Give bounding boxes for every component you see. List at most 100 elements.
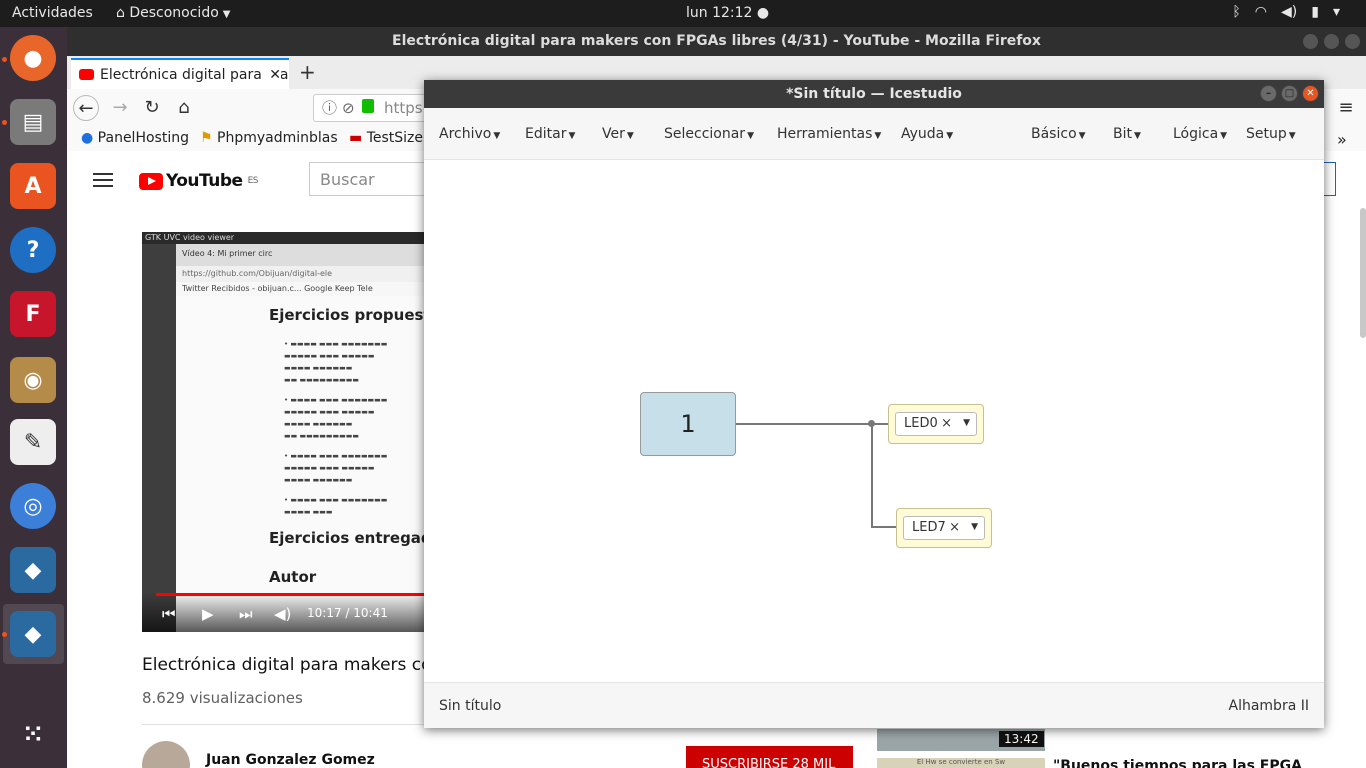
menu-label: Ver bbox=[602, 126, 625, 142]
video-heading: Ejercicios entregado bbox=[269, 529, 442, 547]
archive-icon[interactable]: ◉ bbox=[10, 357, 56, 403]
freecad-icon[interactable]: F bbox=[10, 291, 56, 337]
menu-archivo[interactable]: Archivo ▼ bbox=[439, 126, 500, 142]
youtube-logo[interactable]: YouTube ES bbox=[139, 171, 258, 191]
video-controls bbox=[142, 592, 442, 632]
menu-ver[interactable]: Ver ▼ bbox=[602, 126, 634, 142]
close-button[interactable]: ✕ bbox=[1302, 85, 1319, 102]
previous-icon[interactable]: ⏮ bbox=[162, 605, 176, 623]
home-button[interactable]: ⌂ bbox=[171, 95, 197, 121]
firefox-titlebar[interactable]: Electrónica digital para makers con FPGA… bbox=[67, 27, 1366, 56]
menu-bit[interactable]: Bit ▼ bbox=[1113, 126, 1141, 142]
network-icon: ⌂ bbox=[116, 5, 130, 21]
logo-text: YouTube bbox=[166, 171, 243, 191]
clear-icon[interactable]: × bbox=[949, 520, 960, 535]
system-tray[interactable]: ᛒ ◠ ◀) ▮ ▾ bbox=[1232, 4, 1340, 20]
menu-ayuda[interactable]: Ayuda ▼ bbox=[901, 126, 953, 142]
chevron-down-icon: ▼ bbox=[1133, 131, 1141, 141]
bookmark-label: PanelHosting bbox=[97, 130, 189, 146]
forward-button[interactable]: → bbox=[107, 95, 133, 121]
search-input[interactable]: Buscar bbox=[309, 162, 429, 196]
back-button[interactable]: ← bbox=[73, 95, 99, 121]
menu-label: Archivo bbox=[439, 126, 492, 142]
maximize-button[interactable]: □ bbox=[1281, 85, 1298, 102]
bookmark-testsize[interactable]: ▬ TestSize bbox=[349, 130, 423, 146]
icestudio-icon[interactable]: ◆ bbox=[10, 611, 56, 657]
battery-icon[interactable]: ▮ bbox=[1311, 4, 1319, 20]
minimize-button[interactable]: – bbox=[1260, 85, 1277, 102]
window-title: Electrónica digital para makers con FPGA… bbox=[392, 33, 1041, 49]
subscribe-button[interactable]: SUSCRIBIRSE 28 MIL bbox=[686, 746, 853, 768]
hamburger-menu-icon[interactable] bbox=[93, 173, 113, 187]
reload-button[interactable]: ↻ bbox=[139, 95, 165, 121]
show-apps-icon[interactable]: ⁙ bbox=[10, 711, 56, 757]
constant-block[interactable]: 1 bbox=[640, 392, 736, 456]
youtube-play-icon bbox=[139, 172, 163, 190]
clock[interactable]: lun 12:12 ● bbox=[686, 5, 769, 21]
network-label: Desconocido bbox=[129, 5, 219, 21]
icestudio-icon[interactable]: ◆ bbox=[10, 547, 56, 593]
chevron-down-icon[interactable]: ▾ bbox=[1333, 4, 1340, 20]
video-text: • ▬▬▬▬ ▬▬▬ ▬▬▬▬▬▬▬ ▬▬▬▬▬ ▬▬▬ ▬▬▬▬▬ ▬▬▬▬ ▬▬… bbox=[284, 452, 388, 484]
close-button[interactable] bbox=[1345, 34, 1360, 49]
bluetooth-icon[interactable]: ᛒ bbox=[1232, 4, 1240, 20]
clear-icon[interactable]: × bbox=[941, 416, 952, 431]
menu-seleccionar[interactable]: Seleccionar ▼ bbox=[664, 126, 754, 142]
browser-tab[interactable]: Electrónica digital para makers con FPGA… bbox=[71, 58, 289, 89]
chevron-down-icon[interactable]: ▼ bbox=[963, 418, 970, 428]
volume-icon[interactable]: ◀) bbox=[274, 605, 291, 623]
text-editor-icon[interactable]: ✎ bbox=[10, 419, 56, 465]
video-heading: Autor bbox=[269, 568, 317, 586]
activities-button[interactable]: Actividades bbox=[12, 5, 93, 21]
software-center-icon[interactable]: A bbox=[10, 163, 56, 209]
network-menu[interactable]: ⌂ Desconocido ▼ bbox=[116, 5, 230, 21]
related-thumbnail[interactable]: El Hw se convierte en Sw bbox=[877, 758, 1045, 768]
wire[interactable] bbox=[736, 423, 888, 425]
chromium-icon[interactable]: ◎ bbox=[10, 483, 56, 529]
scrollbar[interactable] bbox=[1360, 208, 1366, 338]
permissions-icon[interactable]: ⊘ bbox=[342, 95, 355, 121]
pin-select[interactable]: LED7 × ▼ bbox=[903, 516, 985, 540]
output-block-led0[interactable]: LED0 × ▼ bbox=[888, 404, 984, 444]
menu-label: Bit bbox=[1113, 126, 1132, 142]
channel-name[interactable]: Juan Gonzalez Gomez bbox=[206, 752, 375, 768]
volume-icon[interactable]: ◀) bbox=[1281, 4, 1297, 20]
video-heading: Ejercicios propuesto bbox=[269, 306, 441, 324]
new-tab-button[interactable]: + bbox=[299, 60, 316, 84]
menu-setup[interactable]: Setup ▼ bbox=[1246, 126, 1296, 142]
menu-editar[interactable]: Editar ▼ bbox=[525, 126, 575, 142]
pin-select[interactable]: LED0 × ▼ bbox=[895, 412, 977, 436]
running-indicator bbox=[2, 120, 7, 125]
overflow-chevron-icon[interactable]: » bbox=[1337, 130, 1347, 149]
video-player[interactable]: GTK UVC video viewer Vídeo 4: Mi primer … bbox=[142, 232, 442, 632]
output-block-led7[interactable]: LED7 × ▼ bbox=[896, 508, 992, 548]
pin-label: LED7 bbox=[912, 520, 946, 535]
next-icon[interactable]: ⏭ bbox=[239, 605, 253, 623]
menu-herramientas[interactable]: Herramientas ▼ bbox=[777, 126, 881, 142]
firefox-icon[interactable]: ● bbox=[10, 35, 56, 81]
help-icon[interactable]: ? bbox=[10, 227, 56, 273]
minimize-button[interactable] bbox=[1303, 34, 1318, 49]
wire[interactable] bbox=[871, 423, 873, 528]
chevron-down-icon[interactable]: ▼ bbox=[971, 522, 978, 532]
bookmark-panelhosting[interactable]: ● PanelHosting bbox=[81, 130, 189, 146]
menu-basico[interactable]: Básico ▼ bbox=[1031, 126, 1086, 142]
play-icon[interactable]: ▶ bbox=[202, 605, 214, 623]
chevron-down-icon: ▼ bbox=[874, 131, 882, 141]
wifi-icon[interactable]: ◠ bbox=[1255, 4, 1267, 20]
info-icon[interactable]: ⓘ bbox=[322, 95, 337, 121]
bookmark-phpmyadmin[interactable]: ⚑ Phpmyadminblas bbox=[200, 130, 338, 146]
related-title[interactable]: "Buenos tiempos para las FPGA bbox=[1053, 758, 1302, 768]
bookmark-label: TestSize bbox=[366, 130, 423, 146]
menu-logica[interactable]: Lógica ▼ bbox=[1173, 126, 1227, 142]
video-progress-bar[interactable] bbox=[156, 593, 442, 596]
avatar[interactable] bbox=[142, 741, 190, 768]
video-text: • ▬▬▬▬ ▬▬▬ ▬▬▬▬▬▬▬ ▬▬▬▬▬ ▬▬▬ ▬▬▬▬▬ ▬▬▬▬ ▬▬… bbox=[284, 340, 388, 384]
board-name[interactable]: Alhambra II bbox=[1229, 698, 1310, 714]
maximize-button[interactable] bbox=[1324, 34, 1339, 49]
menu-icon[interactable]: ≡ bbox=[1333, 95, 1359, 121]
wire[interactable] bbox=[871, 526, 896, 528]
icestudio-titlebar[interactable]: *Sin título — Icestudio – □ ✕ bbox=[424, 80, 1324, 108]
close-tab-icon[interactable]: ✕ bbox=[265, 66, 281, 83]
files-icon[interactable]: ▤ bbox=[10, 99, 56, 145]
